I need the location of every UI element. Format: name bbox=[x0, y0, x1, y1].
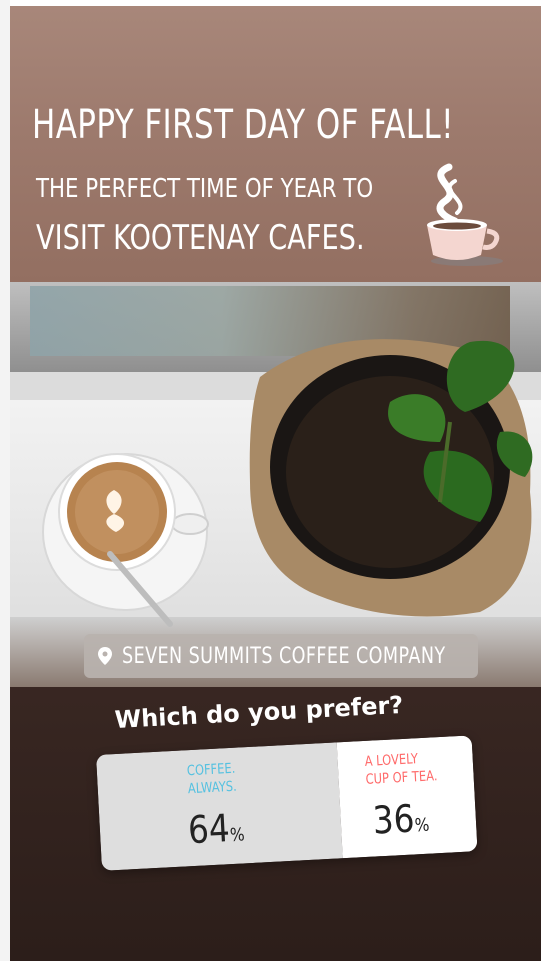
percent-value: 64 bbox=[186, 806, 231, 853]
location-pin-icon bbox=[98, 647, 112, 665]
option-line-2: ALWAYS. bbox=[187, 778, 238, 798]
poll-option-coffee[interactable]: COFFEE. ALWAYS. 64% bbox=[96, 742, 343, 871]
story-subline-2: VISIT KOOTENAY CAFES. bbox=[36, 218, 365, 258]
cafe-photo bbox=[10, 282, 541, 687]
option-line-2: CUP OF TEA. bbox=[364, 768, 438, 788]
poll-option-label: A LOVELY CUP OF TEA. bbox=[364, 749, 438, 789]
instagram-story: HAPPY FIRST DAY OF FALL! THE PERFECT TIM… bbox=[10, 6, 541, 961]
poll-percent: 64% bbox=[187, 805, 246, 852]
poll-question: Which do you prefer? bbox=[114, 690, 404, 734]
left-edge bbox=[0, 0, 10, 961]
poll-percent: 36% bbox=[371, 796, 430, 843]
percent-sign: % bbox=[229, 824, 246, 847]
location-sticker[interactable]: SEVEN SUMMITS COFFEE COMPANY bbox=[84, 634, 478, 678]
percent-sign: % bbox=[413, 814, 430, 837]
location-label: SEVEN SUMMITS COFFEE COMPANY bbox=[122, 643, 446, 669]
cup-handle bbox=[171, 513, 209, 535]
poll-option-tea[interactable]: A LOVELY CUP OF TEA. 36% bbox=[336, 735, 478, 859]
coffee-cup-icon bbox=[427, 163, 503, 266]
percent-value: 36 bbox=[371, 796, 416, 843]
poll-option-label: COFFEE. ALWAYS. bbox=[187, 760, 238, 799]
poll-sticker: COFFEE. ALWAYS. 64% A LOVELY CUP OF TEA.… bbox=[96, 735, 478, 871]
story-subline-1: THE PERFECT TIME OF YEAR TO bbox=[36, 174, 374, 204]
photo-illustration bbox=[42, 339, 533, 627]
story-headline: HAPPY FIRST DAY OF FALL! bbox=[32, 102, 454, 148]
